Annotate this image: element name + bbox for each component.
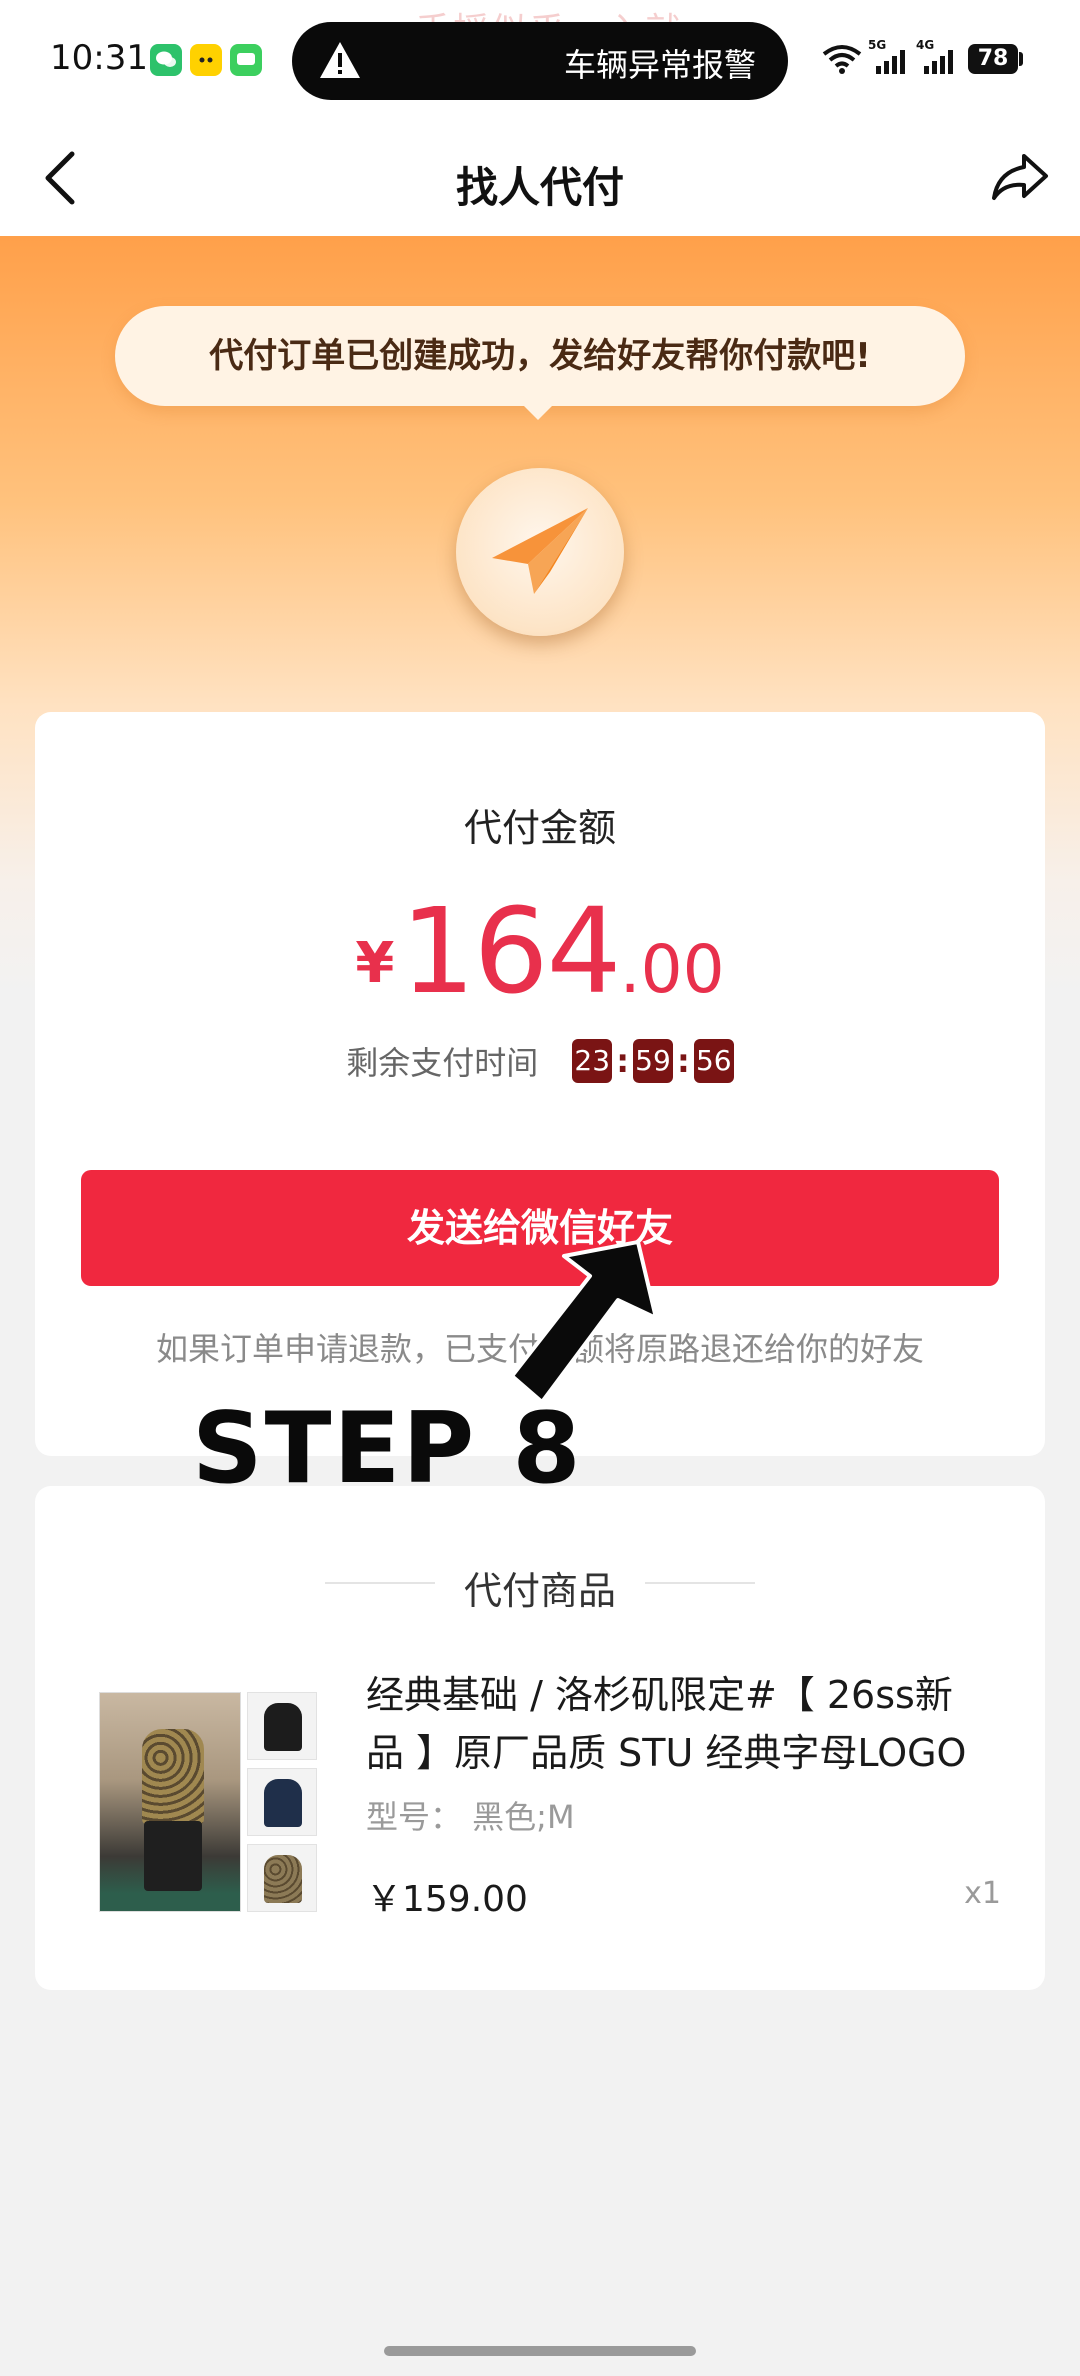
status-bar: 10:31 手摇似乎 · 入就 车辆异常报警 5G 4G [0,0,1080,118]
amount-decimal: .00 [619,931,725,1008]
warning-icon [320,42,360,78]
currency-symbol: ¥ [355,931,395,996]
paper-plane-icon [456,468,624,636]
product-image-legs [144,1821,202,1891]
countdown-separator: : [677,1042,690,1080]
countdown-minutes: 59 [633,1039,673,1083]
share-icon[interactable] [990,150,1050,206]
countdown-seconds: 56 [693,1039,734,1083]
goods-header: 代付商品 [463,1569,616,1613]
countdown-label: 剩余支付时间 [346,1044,539,1082]
message-icon [230,44,262,76]
amount-label: 代付金额 [463,806,616,850]
product-quantity: x1 [964,1876,1001,1911]
tip-tail [522,404,554,420]
product-thumbnail[interactable] [247,1844,317,1912]
battery-icon: 78 [968,44,1018,74]
notification-text: 车辆异常报警 [563,46,756,84]
product-spec: 型号： 黑色;M [366,1798,575,1836]
pointer-arrow-icon [510,1240,656,1404]
battery-tip [1019,52,1023,66]
product-price: ￥159.00 [366,1879,528,1920]
step-label: STEP 8 [192,1392,583,1506]
success-tip: 代付订单已创建成功，发给好友帮你付款吧! [115,306,965,406]
product-image[interactable] [99,1692,241,1912]
countdown-hours: 23 [572,1039,613,1083]
goods-card: 代付商品 经典基础 / 洛杉矶限定#【 26ss新品 】原厂品质 STU 经典字… [35,1486,1045,1990]
nav-bar: 找人代付 [0,118,1080,236]
wechat-icon [150,44,182,76]
payment-amount: ¥164.00 [35,882,1045,1020]
page-title: 找人代付 [455,163,624,212]
wifi-icon [822,45,862,74]
amount-integer: 164 [400,882,621,1020]
product-thumbnail[interactable] [247,1692,317,1760]
countdown-separator: : [616,1042,629,1080]
meituan-icon [190,44,222,76]
product-image-person [142,1729,204,1825]
countdown-timer: 剩余支付时间 23:59:56 [35,1038,1045,1084]
product-thumbnail[interactable] [247,1768,317,1836]
product-title[interactable]: 经典基础 / 洛杉矶限定#【 26ss新品 】原厂品质 STU 经典字母LOGO [366,1666,986,1782]
status-time: 10:31 [50,38,148,78]
notification-pill[interactable]: 车辆异常报警 [292,22,788,100]
divider-line [645,1582,755,1584]
home-indicator[interactable] [384,2346,696,2356]
